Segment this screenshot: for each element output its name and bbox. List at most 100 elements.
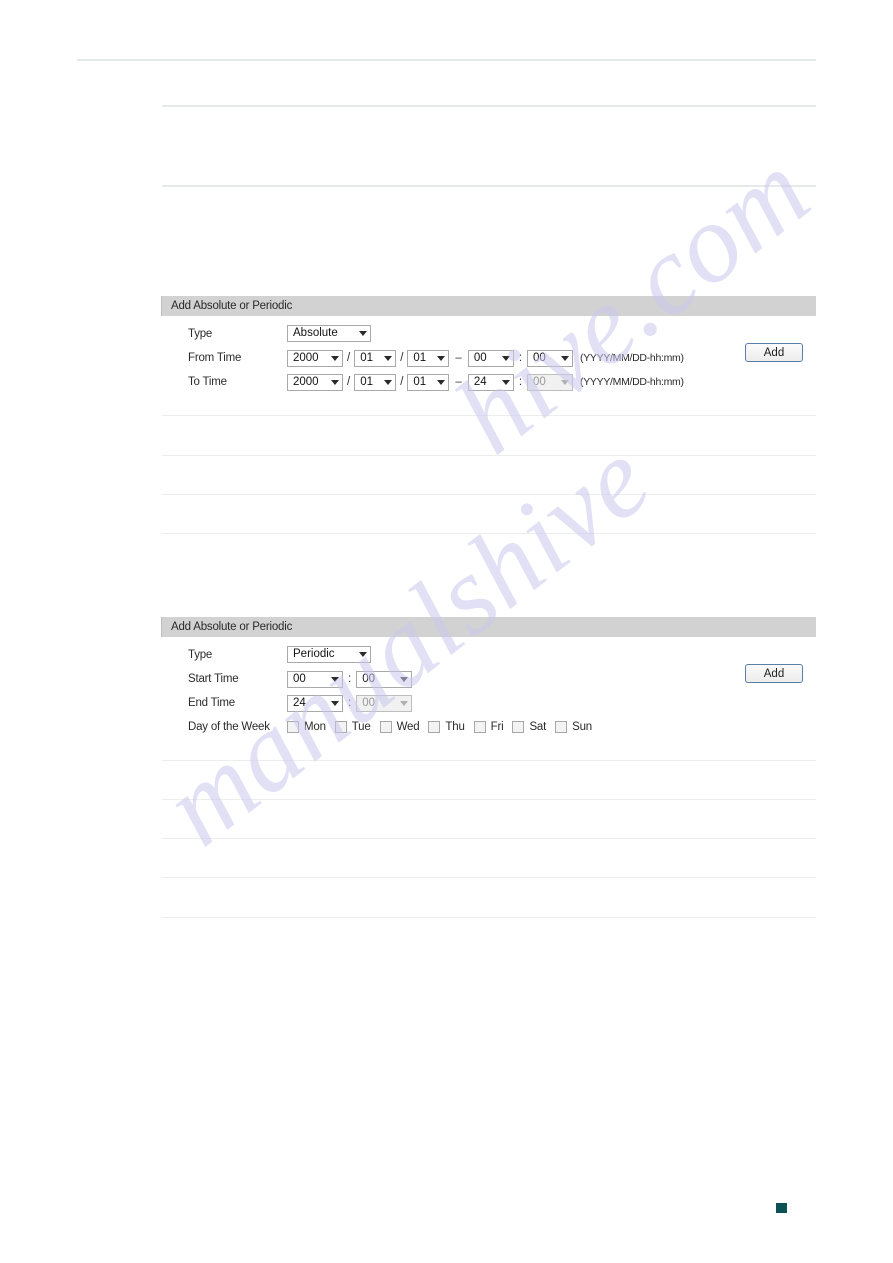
to-time-minute-value: 00 (533, 375, 546, 388)
day-checkbox-fri[interactable]: Fri (473, 721, 504, 733)
from-date-separator-1: / (347, 352, 351, 364)
absolute-type-row: Type Absolute (161, 321, 816, 346)
from-time-minute-select[interactable]: 00 (527, 349, 574, 367)
from-time-minute-value: 00 (533, 351, 546, 364)
to-time-format-hint: (YYYY/MM/DD-hh:mm) (580, 376, 684, 388)
periodic-type-select[interactable]: Periodic (287, 646, 371, 663)
to-time-minute-select: 00 (527, 373, 574, 391)
chevron-down-icon (400, 700, 409, 706)
periodic-type-label: Type (188, 648, 213, 661)
horizontal-rule (162, 185, 816, 187)
end-time-separator: : (348, 697, 352, 709)
from-time-format-hint: (YYYY/MM/DD-hh:mm) (580, 352, 684, 364)
checkbox-icon[interactable] (379, 721, 392, 733)
chevron-down-icon (437, 379, 446, 385)
horizontal-rule (162, 799, 816, 800)
day-checkbox-tue[interactable]: Tue (334, 721, 371, 733)
absolute-from-time-row: From Time 2000 / 01 / 01 – 00: 00 (YYYY… (161, 346, 816, 370)
absolute-type-select[interactable]: Absolute (287, 325, 371, 342)
day-checkbox-sat[interactable]: Sat (512, 721, 546, 733)
chevron-down-icon (359, 331, 367, 336)
from-datetime-separator: – (455, 352, 462, 364)
checkbox-icon[interactable] (334, 721, 347, 733)
start-time-hour-select[interactable]: 00 (287, 670, 343, 688)
checkbox-icon[interactable] (287, 721, 299, 733)
absolute-from-time-label: From Time (188, 352, 242, 364)
chevron-down-icon (400, 676, 409, 682)
day-label-sat: Sat (529, 721, 547, 733)
add-absolute-panel: Add Absolute or Periodic Type Absolute F… (161, 296, 816, 394)
absolute-to-time-label: To Time (188, 376, 227, 388)
day-label-fri: Fri (490, 721, 504, 733)
chevron-down-icon (359, 652, 367, 657)
from-time-hour-value: 00 (473, 351, 487, 364)
horizontal-rule (162, 917, 816, 918)
chevron-down-icon (501, 355, 510, 361)
to-time-hour-value: 24 (473, 375, 487, 388)
document-page: Add Absolute or Periodic Type Absolute F… (0, 0, 893, 1263)
day-checkbox-sun[interactable]: Sun (555, 721, 592, 733)
to-time-year-value: 2000 (293, 375, 319, 388)
absolute-panel-title: Add Absolute or Periodic (171, 300, 293, 312)
from-time-year-select[interactable]: 2000 (287, 349, 343, 367)
start-time-separator: : (348, 673, 352, 685)
periodic-start-time-row: Start Time 00 : 00 (161, 667, 816, 691)
chevron-down-icon (331, 676, 339, 682)
checkbox-icon[interactable] (473, 721, 486, 733)
periodic-end-time-label: End Time (188, 697, 235, 709)
start-time-hour-value: 00 (293, 672, 306, 685)
absolute-type-value: Absolute (293, 327, 338, 339)
checkbox-icon[interactable] (555, 721, 568, 733)
day-checkbox-thu[interactable]: Thu (428, 721, 465, 733)
absolute-add-button[interactable]: Add (745, 343, 803, 362)
to-time-separator: : (518, 376, 523, 388)
to-datetime-separator: – (455, 376, 462, 388)
day-label-mon: Mon (304, 721, 326, 733)
from-time-day-select[interactable]: 01 (407, 349, 450, 367)
horizontal-rule (162, 760, 816, 761)
to-time-month-select[interactable]: 01 (354, 373, 397, 391)
start-time-minute-value: 00 (362, 672, 375, 685)
to-time-hour-select[interactable]: 24 (467, 373, 514, 391)
checkbox-icon[interactable] (512, 721, 525, 733)
absolute-to-time-row: To Time 2000 / 01 / 01 – 24: 00 (YYYY/M… (161, 370, 816, 394)
horizontal-rule (162, 105, 816, 107)
day-label-tue: Tue (351, 721, 371, 733)
from-time-month-value: 01 (360, 351, 373, 364)
end-time-hour-value: 24 (293, 696, 306, 709)
chevron-down-icon (561, 379, 570, 385)
chevron-down-icon (331, 700, 339, 706)
absolute-type-label: Type (188, 327, 213, 340)
to-time-day-select[interactable]: 01 (407, 373, 450, 391)
chevron-down-icon (561, 355, 570, 361)
chevron-down-icon (384, 355, 393, 361)
periodic-panel-title: Add Absolute or Periodic (171, 621, 293, 633)
start-time-minute-select[interactable]: 00 (356, 670, 413, 688)
periodic-type-row: Type Periodic (161, 642, 816, 667)
day-checkbox-mon[interactable]: Mon (287, 721, 326, 733)
chevron-down-icon (501, 379, 510, 385)
day-of-week-checkbox-group: Mon Tue Wed Thu Fri Sat Sun (287, 721, 601, 733)
horizontal-rule (162, 455, 816, 456)
periodic-add-button[interactable]: Add (745, 664, 803, 683)
checkbox-icon[interactable] (428, 721, 441, 733)
horizontal-rule (77, 59, 816, 61)
day-label-sun: Sun (572, 721, 592, 733)
periodic-start-time-label: Start Time (188, 673, 239, 685)
periodic-panel-body: Type Periodic Start Time 00 : 00 End Tim… (161, 637, 816, 739)
end-time-minute-select: 00 (356, 694, 413, 712)
day-label-thu: Thu (445, 721, 465, 733)
horizontal-rule (162, 494, 816, 495)
from-time-hour-select[interactable]: 00 (467, 349, 514, 367)
to-time-day-value: 01 (413, 375, 427, 388)
horizontal-rule (162, 838, 816, 839)
day-label-wed: Wed (396, 721, 420, 733)
from-time-month-select[interactable]: 01 (354, 349, 397, 367)
from-date-separator-2: / (400, 352, 404, 364)
add-periodic-panel: Add Absolute or Periodic Type Periodic S… (161, 617, 816, 739)
to-time-month-value: 01 (360, 375, 373, 388)
periodic-day-of-week-row: Day of the Week Mon Tue Wed Thu Fri Sat … (161, 715, 816, 739)
day-checkbox-wed[interactable]: Wed (379, 721, 420, 733)
to-time-year-select[interactable]: 2000 (287, 373, 343, 391)
end-time-hour-select[interactable]: 24 (287, 694, 343, 712)
